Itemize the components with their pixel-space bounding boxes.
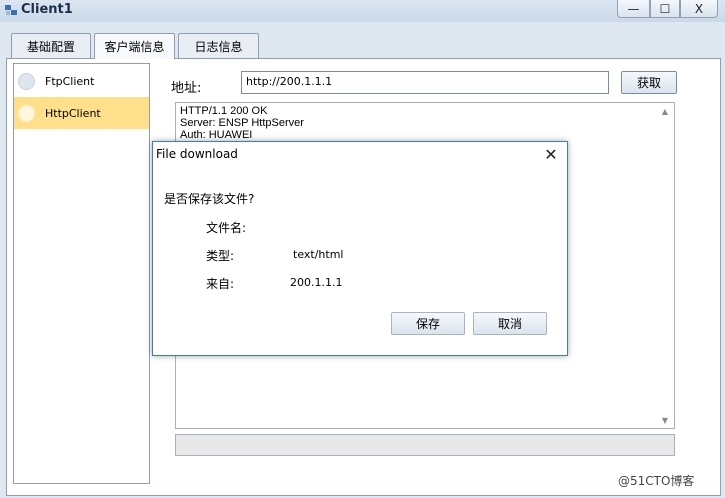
status-bar [175,434,675,456]
dialog-title: File download [156,147,238,161]
minimize-button[interactable]: — [617,0,650,18]
minimize-icon: — [627,1,640,16]
title-bar: Client1 — ☐ X [0,0,725,22]
tab-label: 客户端信息 [104,40,165,54]
maximize-icon: ☐ [659,1,671,16]
client-label: FtpClient [45,74,95,88]
maximize-button[interactable]: ☐ [650,0,680,18]
dialog-close-icon[interactable]: ✕ [541,145,561,165]
tab-label: 日志信息 [194,39,243,54]
client-list: FtpClient HttpClient [13,63,150,484]
tab-log-info[interactable]: 日志信息 [178,33,259,58]
app-icon [5,5,17,15]
client-status-icon [18,104,35,122]
save-button[interactable]: 保存 [391,312,465,335]
fetch-button[interactable]: 获取 [621,71,677,94]
type-label: 类型: [206,249,235,263]
scroll-down-icon[interactable]: ▼ [660,416,670,426]
address-input[interactable]: http://200.1.1.1 [241,71,609,94]
from-value: 200.1.1.1 [290,276,343,289]
type-value: text/html [293,248,344,261]
file-download-dialog: File download ✕ 是否保存该文件? 文件名: 类型: text/h… [152,141,568,356]
client-status-icon [18,72,35,90]
dialog-question: 是否保存该文件? [164,192,255,206]
filename-label: 文件名: [206,221,247,235]
close-icon: X [694,1,704,16]
tab-client-info[interactable]: 客户端信息 [94,33,175,59]
address-label: 地址: [171,81,202,96]
tab-basic-config[interactable]: 基础配置 [11,33,91,58]
scroll-up-icon[interactable]: ▲ [660,107,670,117]
client-item-ftp[interactable]: FtpClient [14,65,149,97]
client-label: HttpClient [45,106,101,120]
watermark: @51CTO博客 [618,474,695,488]
from-label: 来自: [206,277,235,291]
cancel-button[interactable]: 取消 [473,312,547,335]
window-title: Client1 [21,2,73,17]
client-item-http[interactable]: HttpClient [14,97,149,129]
close-button[interactable]: X [680,0,718,18]
tab-label: 基础配置 [26,39,75,54]
